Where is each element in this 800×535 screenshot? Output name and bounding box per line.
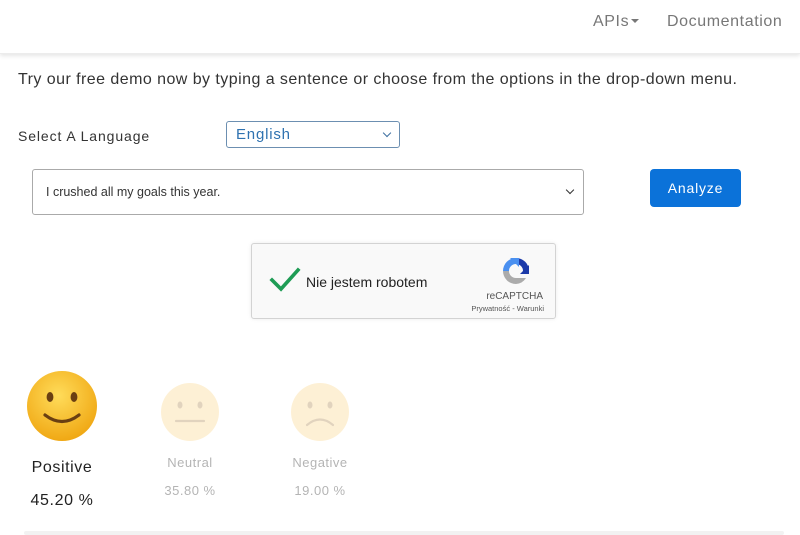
recaptcha-privacy-terms-links[interactable]: Prywatność - Warunki bbox=[471, 304, 544, 313]
smiling-face-icon bbox=[27, 371, 97, 441]
captcha-checkmark-icon[interactable] bbox=[269, 266, 301, 299]
nav-apis-dropdown[interactable]: APIs bbox=[593, 13, 640, 31]
sentiment-name: Neutral bbox=[167, 455, 213, 470]
sentence-selected-value: I crushed all my goals this year. bbox=[46, 185, 221, 199]
sentiment-positive: Positive 45.20 % bbox=[14, 370, 110, 510]
language-label: Select A Language bbox=[18, 128, 151, 144]
recaptcha-widget: Nie jestem robotem reCAPTCHA Prywatność … bbox=[251, 243, 556, 319]
chevron-down-icon bbox=[382, 128, 392, 138]
sentiment-name: Positive bbox=[31, 459, 93, 476]
caret-down-icon bbox=[631, 18, 640, 23]
captcha-label: Nie jestem robotem bbox=[306, 274, 428, 290]
nav-apis-label: APIs bbox=[593, 13, 630, 30]
analyze-button[interactable]: Analyze bbox=[650, 169, 741, 207]
sentence-select[interactable]: I crushed all my goals this year. bbox=[32, 169, 584, 215]
sentiment-neutral: Neutral 35.80 % bbox=[142, 382, 238, 498]
frowning-face-icon bbox=[291, 383, 349, 441]
language-selected-value: English bbox=[236, 126, 291, 143]
neutral-face-icon bbox=[161, 383, 219, 441]
top-navbar: APIs Documentation bbox=[0, 0, 800, 54]
sentiment-percent: 45.20 % bbox=[30, 492, 94, 509]
language-select[interactable]: English bbox=[226, 121, 400, 148]
recaptcha-brand: reCAPTCHA bbox=[486, 291, 543, 302]
intro-text: Try our free demo now by typing a senten… bbox=[18, 71, 738, 88]
nav-documentation-link[interactable]: Documentation bbox=[667, 13, 782, 31]
section-divider bbox=[24, 531, 784, 535]
sentiment-name: Negative bbox=[292, 455, 348, 470]
sentiment-negative: Negative 19.00 % bbox=[272, 382, 368, 498]
sentiment-percent: 19.00 % bbox=[294, 483, 346, 498]
sentiment-percent: 35.80 % bbox=[164, 483, 216, 498]
chevron-down-icon bbox=[565, 185, 575, 195]
recaptcha-logo-icon bbox=[500, 255, 532, 292]
